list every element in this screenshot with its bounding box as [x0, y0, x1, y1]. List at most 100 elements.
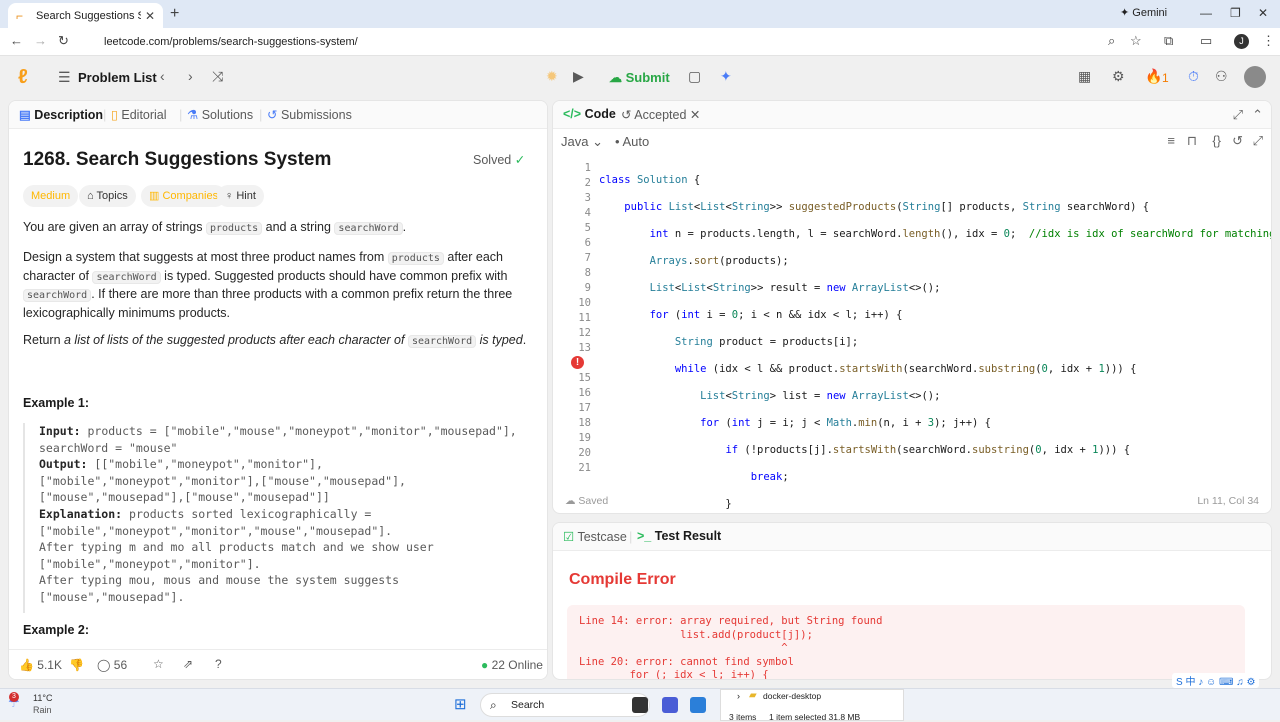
line-number: 3	[584, 192, 591, 204]
collapse-icon[interactable]: ⌃	[1252, 107, 1263, 123]
code-line: int n = products.length, l = searchWord.…	[649, 228, 1272, 240]
back-icon[interactable]: ←	[10, 33, 23, 48]
tab-editorial-label: Editorial	[121, 108, 167, 122]
tab-code[interactable]: </> Code	[563, 107, 616, 121]
search-icon: ⌕	[490, 698, 497, 712]
checkbox-icon: ☑	[563, 530, 575, 544]
sidepanel-icon[interactable]: ▭	[1200, 33, 1212, 49]
braces-icon[interactable]: {}	[1212, 133, 1221, 148]
comment-count: 56	[113, 658, 128, 672]
next-problem-icon[interactable]: ›	[188, 68, 193, 84]
gemini-label: Gemini	[1132, 7, 1168, 19]
zoom-icon[interactable]: ⌕	[1108, 33, 1115, 49]
favorite-star-icon[interactable]: ☆	[153, 657, 164, 671]
notes-icon[interactable]: ▢	[688, 68, 701, 85]
line-number: 13	[578, 342, 591, 354]
format-icon[interactable]: ≡	[1167, 133, 1175, 148]
add-user-icon[interactable]: ⚇	[1215, 68, 1228, 85]
settings-gear-icon[interactable]: ⚙	[1112, 68, 1125, 85]
topics-pill[interactable]: ⌂ Topics	[79, 185, 136, 207]
tab-test-result-label: Test Result	[654, 529, 722, 543]
solved-label: Solved	[473, 153, 512, 167]
tab-divider: |	[179, 107, 183, 122]
restore-icon[interactable]: ❐	[1230, 6, 1241, 20]
code-line: while (idx < l && product.startsWith(sea…	[674, 363, 1137, 375]
layout-icon[interactable]: ▦	[1078, 68, 1091, 85]
prev-problem-icon[interactable]: ‹	[160, 68, 165, 84]
like-button[interactable]: 👍 5.1K	[19, 658, 62, 672]
forward-icon[interactable]: →	[34, 33, 47, 48]
tab-accepted[interactable]: ↺ Accepted ✕	[621, 107, 700, 122]
url-field[interactable]: leetcode.com/problems/search-suggestions…	[84, 32, 1154, 52]
tab-description[interactable]: ▤ Description	[19, 107, 103, 122]
minimize-icon[interactable]: —	[1200, 6, 1212, 20]
history-icon: ↺	[621, 108, 632, 122]
file-explorer-preview[interactable]: › ▰ docker-desktop 3 items 1 item select…	[720, 689, 904, 722]
companies-pill[interactable]: ▥ Companies	[141, 185, 227, 207]
shuffle-icon[interactable]: ⤨	[212, 68, 223, 85]
tab-testcase[interactable]: ☑ Testcase	[563, 529, 627, 544]
topics-label: Topics	[96, 190, 128, 202]
teams-icon[interactable]	[662, 697, 678, 713]
close-tab-icon[interactable]: ✕	[690, 108, 700, 122]
browser-tab[interactable]: ⌐ Search Suggestions System - Le ✕	[8, 3, 163, 28]
saved-status: ☁ Saved	[565, 495, 609, 507]
dislike-icon[interactable]: 👎	[69, 658, 84, 672]
tab-editorial[interactable]: ▯ Editorial	[111, 107, 167, 122]
profile-avatar[interactable]: J	[1234, 34, 1249, 49]
tab-submissions[interactable]: ↺ Submissions	[267, 107, 352, 122]
bookmark-star-icon[interactable]: ☆	[1130, 33, 1142, 49]
code-line: class Solution {	[599, 174, 701, 186]
line-number: 19	[578, 432, 591, 444]
share-icon[interactable]: ⇗	[183, 657, 193, 671]
compile-error-output: Line 14: error: array required, but Stri…	[567, 605, 1245, 679]
streak-count: 1	[1162, 71, 1169, 85]
extensions-icon[interactable]: ⧉	[1164, 33, 1173, 49]
tab-close-icon[interactable]: ✕	[145, 9, 155, 23]
tab-test-result[interactable]: >_ Test Result	[637, 529, 721, 543]
edge-icon[interactable]	[690, 697, 706, 713]
reload-icon[interactable]: ↻	[58, 33, 69, 49]
code-brackets-icon: </>	[563, 107, 582, 121]
ai-assist-icon[interactable]: ✦	[720, 68, 732, 85]
user-avatar[interactable]	[1244, 66, 1266, 88]
error-marker-icon[interactable]: !	[571, 356, 584, 369]
line-number: 10	[578, 297, 591, 309]
leetcode-logo-icon[interactable]: ℓ	[18, 66, 28, 89]
line-number: 11	[578, 312, 591, 324]
reset-icon[interactable]: ↺	[1232, 133, 1243, 149]
ime-toolbar[interactable]: S 中 ♪ ☺ ⌨ ♫ ⚙	[1172, 673, 1260, 688]
hint-pill[interactable]: ♀ Hint	[217, 185, 264, 207]
run-icon[interactable]: ▶	[573, 68, 584, 85]
explorer-item-count: 3 items	[729, 712, 757, 722]
autocomplete-toggle[interactable]: • Auto	[615, 134, 649, 149]
bookmark-icon[interactable]: ⊓	[1187, 133, 1197, 149]
task-view-icon[interactable]	[632, 697, 648, 713]
fullscreen-icon[interactable]: ⤢	[1253, 133, 1263, 149]
expand-icon[interactable]: ⤢	[1233, 107, 1243, 123]
browser-menu-icon[interactable]: ⋮	[1262, 33, 1275, 49]
submit-button[interactable]: ☁ Submit	[603, 66, 678, 90]
difficulty-pill: Medium	[23, 185, 79, 207]
streak-fire-icon[interactable]: 🔥	[1145, 68, 1162, 85]
code-editor[interactable]: class Solution { public List<List<String…	[599, 161, 1272, 513]
comment-icon: ◯	[97, 658, 111, 672]
close-window-icon[interactable]: ✕	[1258, 6, 1268, 20]
gemini-button[interactable]: ✦ Gemini	[1120, 6, 1167, 19]
problem-list-link[interactable]: Problem List	[78, 70, 157, 85]
line-number-gutter: 123456789101112131415161718192021	[553, 161, 591, 476]
debug-icon[interactable]: ✹	[546, 68, 558, 85]
language-select[interactable]: Java ⌄	[561, 134, 603, 150]
tag-icon: ⌂	[87, 190, 94, 202]
comments-button[interactable]: ◯ 56	[97, 658, 127, 672]
description-paragraph-3: Return a list of lists of the suggested …	[23, 333, 527, 348]
tab-submissions-label: Submissions	[280, 108, 352, 122]
tab-divider: |	[259, 107, 263, 122]
language-label: Java	[561, 134, 589, 149]
start-windows-icon[interactable]: ⊞	[454, 695, 467, 713]
help-icon[interactable]: ?	[215, 657, 222, 671]
tab-solutions[interactable]: ⚗ Solutions	[187, 107, 253, 122]
timer-icon[interactable]: ⏱	[1188, 68, 1199, 85]
taskbar-search[interactable]: ⌕ Search	[480, 693, 650, 717]
new-tab-icon[interactable]: +	[170, 5, 179, 23]
